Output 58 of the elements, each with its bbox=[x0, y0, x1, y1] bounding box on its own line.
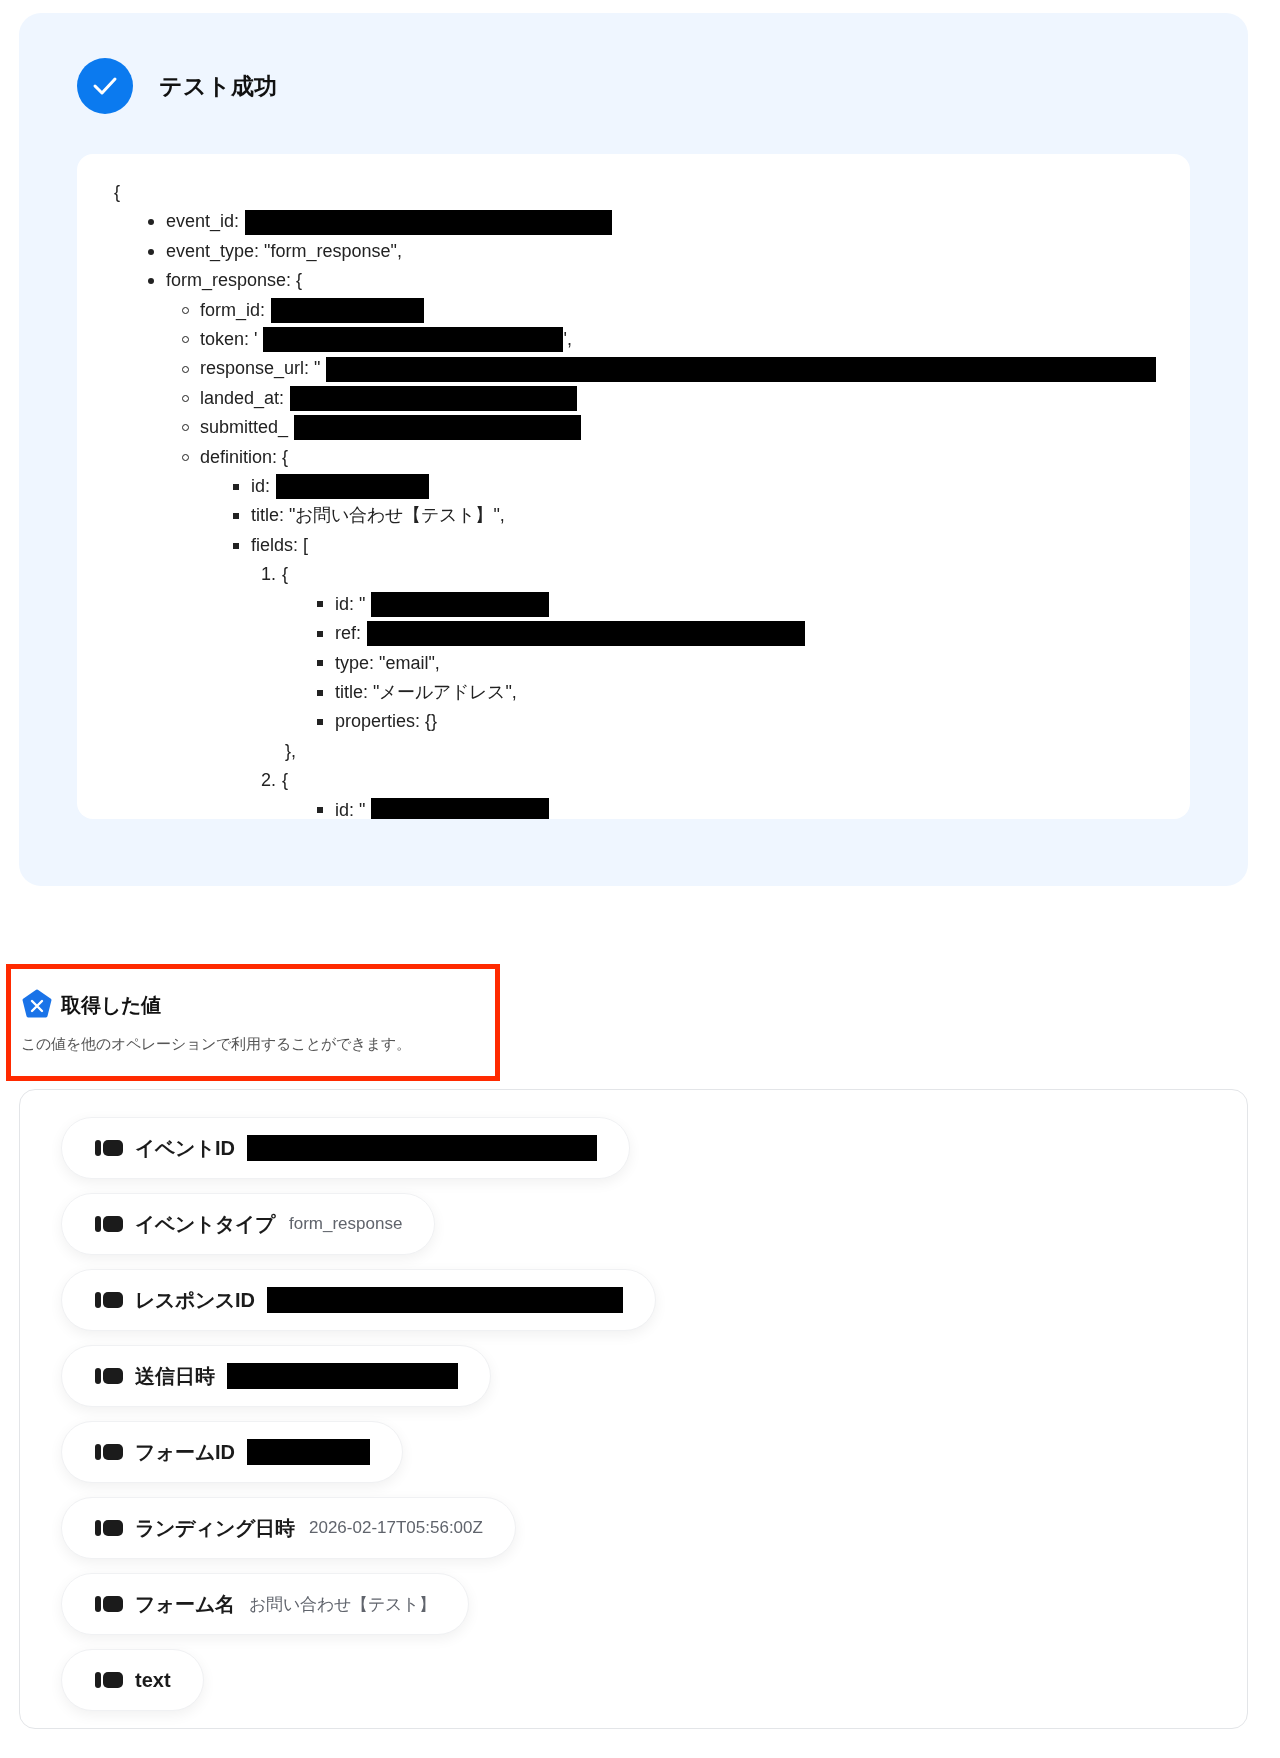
code-line: ref: bbox=[335, 622, 361, 646]
success-check-icon bbox=[77, 58, 133, 114]
bullet-icon bbox=[317, 660, 323, 667]
bullet-icon bbox=[317, 601, 323, 608]
code-line: title: "メールアドレス", bbox=[335, 680, 517, 704]
value-chip[interactable]: 送信日時 bbox=[61, 1345, 491, 1407]
tag-icon bbox=[95, 1139, 123, 1157]
code-line: { bbox=[282, 563, 289, 587]
bullet-icon bbox=[317, 807, 323, 814]
code-line: title: "お問い合わせ【テスト】", bbox=[251, 504, 505, 528]
pentagon-icon bbox=[21, 989, 53, 1021]
value-chip[interactable]: イベントID bbox=[61, 1117, 630, 1179]
bullet-icon bbox=[148, 277, 154, 284]
tag-icon bbox=[95, 1519, 123, 1537]
bullet-icon bbox=[317, 719, 323, 725]
code-line: }, bbox=[285, 739, 296, 763]
bullet-icon bbox=[233, 542, 239, 549]
code-text: ', bbox=[563, 328, 572, 352]
code-line: event_id: bbox=[166, 210, 240, 234]
bullet-icon bbox=[317, 689, 323, 696]
code-line: landed_at: bbox=[200, 386, 285, 411]
section-title: 取得した値 bbox=[61, 992, 161, 1018]
tag-icon bbox=[95, 1671, 123, 1689]
code-line: token: ' bbox=[200, 328, 258, 352]
list-number: 1. bbox=[261, 563, 276, 587]
code-line: definition: { bbox=[200, 445, 289, 469]
tag-icon bbox=[95, 1443, 123, 1461]
list-number: 2. bbox=[261, 769, 276, 793]
tag-icon bbox=[95, 1595, 123, 1613]
tag-icon bbox=[95, 1367, 123, 1385]
value-chip[interactable]: イベントタイプ form_response bbox=[61, 1193, 436, 1255]
value-chip[interactable]: ランディング日時 2026-02-17T05:56:00Z bbox=[61, 1497, 516, 1559]
code-line: properties: {} bbox=[335, 710, 438, 734]
code-line: form_response: { bbox=[166, 269, 303, 293]
code-line: submitted_ bbox=[200, 416, 289, 440]
section-description: この値を他のオペレーションで利用することができます。 bbox=[21, 1035, 412, 1054]
code-line: fields: [ bbox=[251, 533, 309, 557]
bullet-icon bbox=[148, 248, 154, 255]
value-chip[interactable]: フォームID bbox=[61, 1421, 403, 1483]
tag-icon bbox=[95, 1291, 123, 1309]
code-line: response_url: " bbox=[200, 357, 321, 381]
code-line: id: " bbox=[335, 798, 366, 819]
code-line: event_type: "form_response", bbox=[166, 239, 402, 264]
code-line: { bbox=[282, 769, 289, 793]
code-line: type: "email", bbox=[335, 651, 440, 675]
value-chip[interactable]: レスポンスID bbox=[61, 1269, 656, 1331]
bullet-icon bbox=[233, 483, 239, 490]
code-line: id: bbox=[251, 475, 270, 499]
code-line: form_id: bbox=[200, 298, 266, 323]
code-line: id: " bbox=[335, 592, 366, 616]
bullet-icon bbox=[317, 630, 323, 637]
result-title: テスト成功 bbox=[159, 71, 277, 101]
value-chip[interactable]: フォーム名 お問い合わせ【テスト】 bbox=[61, 1573, 469, 1635]
bullet-icon bbox=[148, 219, 154, 226]
bullet-icon bbox=[233, 513, 239, 520]
value-chip[interactable]: text bbox=[61, 1649, 204, 1711]
code-line: { bbox=[114, 181, 120, 204]
tag-icon bbox=[95, 1215, 123, 1233]
